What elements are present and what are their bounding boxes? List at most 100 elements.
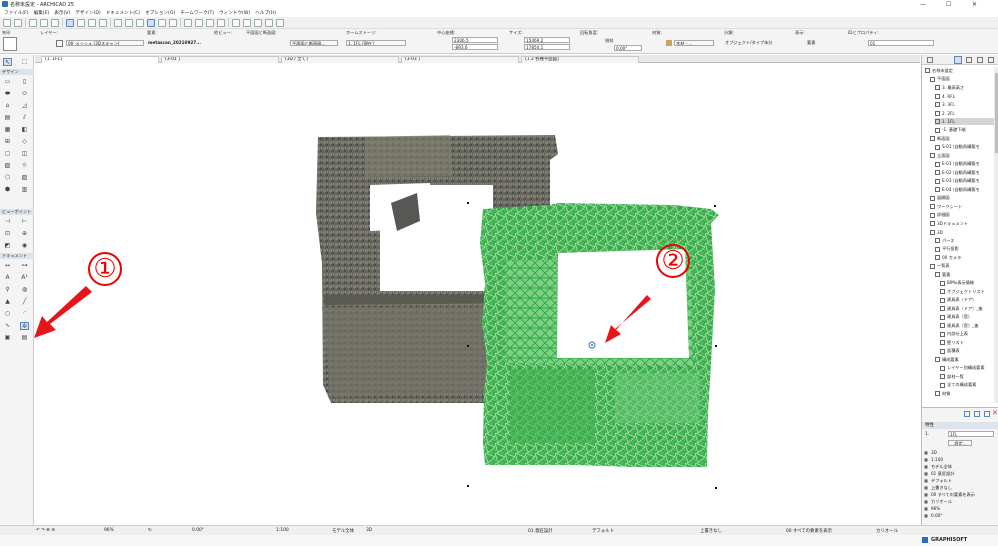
stair-tool-icon[interactable]: ▤ — [3, 114, 12, 122]
navigator-item[interactable]: 平行投影 — [935, 246, 994, 253]
property-row[interactable]: ▦ デフォルト — [924, 478, 952, 484]
redo-icon[interactable] — [14, 18, 22, 27]
filter-icon[interactable] — [927, 57, 933, 63]
menu-window[interactable]: ウィンドウ(W) — [219, 10, 250, 16]
label-tool-icon[interactable]: A¹ — [20, 274, 29, 282]
navigator-item[interactable]: 全ての構成要素 — [940, 382, 994, 389]
delete-icon[interactable]: ✕ — [992, 409, 998, 417]
eyedropper-icon[interactable] — [40, 18, 48, 27]
rotate-icon[interactable] — [206, 18, 214, 27]
slab-tool-icon[interactable]: ⬭ — [20, 90, 29, 98]
tab-floor-plan-1fl[interactable]: [1. 1FL] — [41, 56, 159, 63]
beam-tool-icon[interactable]: ⬬ — [3, 90, 12, 98]
navigator-item[interactable]: 平面図 — [930, 76, 994, 83]
document-section-header[interactable]: ドキュメント — [0, 253, 34, 259]
property-row[interactable]: ▦ 96% — [924, 506, 940, 511]
show-all-value[interactable]: 00 すべての要素を表示 — [786, 528, 832, 534]
roof-tool-icon[interactable]: ⌂ — [3, 102, 12, 110]
property-row[interactable]: ▦ 01 意匠設計 — [924, 471, 954, 477]
design-value[interactable]: 01 意匠設計 — [528, 528, 553, 534]
property-row[interactable]: ▦ モデル全体 — [924, 464, 952, 470]
undo-icon[interactable] — [3, 18, 11, 27]
object-tool-icon[interactable]: ◫ — [20, 150, 29, 158]
tab-section-3-03[interactable]: [3-03 ] — [401, 56, 519, 63]
floor-plan-dropdown[interactable]: 平面図と断面図... — [290, 40, 338, 46]
column-tool-icon[interactable]: ▯ — [20, 78, 29, 86]
tracker-icon[interactable] — [184, 18, 192, 27]
navigator-item[interactable]: ワークシート — [930, 203, 994, 210]
shell-tool-icon[interactable]: ◿ — [20, 102, 29, 110]
navigator-item[interactable]: 建具表（ドア）_後 — [940, 305, 994, 312]
new-view-icon[interactable] — [964, 411, 970, 417]
morph-tool-icon[interactable]: ⬡ — [3, 174, 12, 182]
navigator-item[interactable]: オブジェクトリスト — [940, 288, 994, 295]
detail-tool-icon[interactable]: ◩ — [3, 242, 12, 250]
property-row[interactable]: ▦ カリオール — [924, 499, 952, 505]
home-story-dropdown[interactable]: 1. 1FL [現在] — [346, 40, 406, 46]
text-tool-icon[interactable]: A — [3, 274, 12, 282]
view-map-icon[interactable] — [966, 57, 972, 63]
rectangle-icon[interactable] — [114, 18, 122, 27]
model-value[interactable]: モデル全体 — [332, 528, 354, 534]
trace-icon[interactable] — [147, 18, 155, 27]
y-coord-field[interactable]: -893.6 — [452, 44, 498, 50]
wall-tool-icon[interactable]: ▭ — [3, 78, 12, 86]
navigator-item[interactable]: 要素 — [935, 271, 994, 278]
navigator-item[interactable]: 3. 3FL — [935, 101, 994, 108]
line-tool-icon[interactable]: ◍ — [20, 286, 29, 294]
gravity-icon[interactable] — [169, 18, 177, 27]
navigator-item[interactable]: 面積表 — [940, 348, 994, 355]
x-coord-field[interactable]: 2306.5 — [452, 37, 498, 43]
structure-tool-icon[interactable]: ⬢ — [3, 186, 12, 194]
property-row[interactable]: ▦ 0.00° — [924, 513, 942, 518]
undo-view-icon[interactable]: ↶ ↷ ⊕ ⊖ — [36, 528, 55, 533]
skylight-tool-icon[interactable]: ◇ — [20, 138, 29, 146]
teamwork-icon[interactable] — [276, 18, 284, 27]
mesh-name-field[interactable]: metascan_20210927... — [147, 40, 211, 46]
classification-field[interactable]: オブジェクト/タイプ未分 — [724, 40, 782, 46]
marquee-tool-icon[interactable]: ⬚ — [20, 58, 29, 66]
navigator-item[interactable]: 2. 2FL — [935, 110, 994, 117]
navigator-item[interactable]: 断面図 — [930, 135, 994, 142]
height-field[interactable]: 17854.1 — [524, 44, 570, 50]
property-row[interactable]: ▦ 1:100 — [924, 457, 943, 462]
layer-icon[interactable] — [125, 18, 133, 27]
menu-file[interactable]: ファイル(F) — [4, 10, 29, 16]
close-icon[interactable]: ✕ — [972, 1, 977, 8]
clone-view-icon[interactable] — [974, 411, 980, 417]
elevation-icon[interactable] — [254, 18, 262, 27]
navigator-item[interactable]: レイヤー別構成要素 — [940, 365, 994, 372]
hotspot-tool-icon[interactable]: ▲ — [3, 298, 12, 306]
display-field[interactable]: 要素 — [806, 40, 838, 46]
camera-tool-icon[interactable]: ◉ — [20, 242, 29, 250]
navigator-item[interactable]: 3D — [930, 229, 994, 236]
navigator-item[interactable]: BIMx表示情報 — [940, 280, 994, 287]
navigator-item[interactable]: 立面図 — [930, 152, 994, 159]
mesh-tool-preview-icon[interactable] — [3, 37, 17, 51]
tab-3d-all[interactable]: [3D / 全て] — [281, 56, 399, 63]
navigator-item[interactable]: S-01 (自動再構築モ — [935, 144, 994, 151]
view-map-icon[interactable] — [136, 18, 144, 27]
navigator-item[interactable]: 4. RFL — [935, 93, 994, 100]
maximize-icon[interactable]: ☐ — [946, 1, 951, 8]
green-mesh[interactable] — [480, 203, 719, 467]
window-tool-icon[interactable]: ⊞ — [3, 138, 12, 146]
layout-book-icon[interactable] — [977, 57, 983, 63]
figure-tool-icon[interactable]: ▣ — [3, 334, 12, 342]
elevation-tool-icon[interactable]: ⊢ — [20, 218, 29, 226]
section-tool-icon[interactable]: ⊣ — [3, 218, 12, 226]
minimize-icon[interactable]: — — [920, 1, 926, 8]
navigator-item[interactable]: パース — [935, 237, 994, 244]
navigator-item[interactable]: 一覧表 — [930, 263, 994, 270]
story-name-field[interactable]: 1FL — [948, 431, 994, 437]
floor-plan-canvas[interactable] — [35, 63, 920, 525]
rotate-view-icon[interactable]: ↻ — [148, 528, 152, 533]
3d-view-icon[interactable] — [232, 18, 240, 27]
drawing-tool-icon[interactable]: ▤ — [20, 334, 29, 342]
navigator-item[interactable]: 00 カメラ — [935, 254, 994, 261]
door-tool-icon[interactable]: ◧ — [20, 126, 29, 134]
curtain-wall-tool-icon[interactable]: ▦ — [3, 126, 12, 134]
snap-point-icon[interactable] — [99, 18, 107, 27]
navigator-item[interactable]: E-01 (自動再構築モ — [935, 161, 994, 168]
panel-tool-icon[interactable]: ▥ — [20, 186, 29, 194]
